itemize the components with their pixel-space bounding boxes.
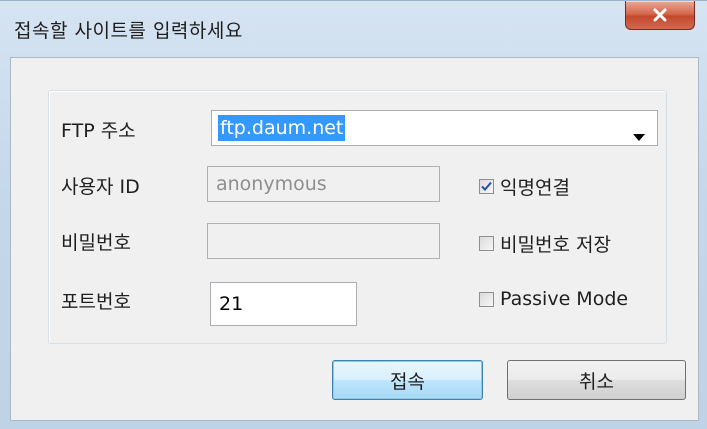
- close-button[interactable]: [625, 1, 695, 30]
- save-password-checkbox-row[interactable]: 비밀번호 저장: [479, 230, 611, 257]
- anonymous-checkbox-row[interactable]: 익명연결: [479, 173, 570, 200]
- dialog-title: 접속할 사이트를 입력하세요: [14, 20, 243, 42]
- connect-button[interactable]: 접속: [332, 360, 483, 400]
- save-password-checkbox-label[interactable]: 비밀번호 저장: [500, 230, 611, 257]
- ftp-address-label: FTP 주소: [61, 120, 136, 142]
- cancel-button[interactable]: 취소: [507, 360, 686, 400]
- passive-mode-checkbox-label[interactable]: Passive Mode: [500, 288, 628, 310]
- save-password-checkbox[interactable]: [479, 236, 494, 251]
- ftp-address-input[interactable]: ftp.daum.net: [218, 115, 346, 141]
- user-id-input[interactable]: anonymous: [207, 166, 440, 202]
- dialog-client-area: FTP 주소 ftp.daum.net 사용자 ID anonymous 익명연…: [10, 57, 699, 421]
- ftp-address-combobox[interactable]: ftp.daum.net: [211, 110, 658, 146]
- passive-mode-checkbox[interactable]: [479, 291, 494, 307]
- anonymous-checkbox-label[interactable]: 익명연결: [500, 173, 570, 200]
- port-input[interactable]: 21: [210, 282, 357, 326]
- close-icon: [652, 8, 668, 22]
- passive-mode-checkbox-row[interactable]: Passive Mode: [479, 288, 628, 310]
- user-id-label: 사용자 ID: [61, 176, 140, 198]
- password-label: 비밀번호: [61, 232, 131, 254]
- port-label: 포트번호: [61, 291, 131, 313]
- chevron-down-icon[interactable]: [633, 126, 645, 145]
- dialog-window: 접속할 사이트를 입력하세요 FTP 주소 ftp.daum.net 사용자 I…: [0, 0, 707, 429]
- anonymous-checkbox[interactable]: [479, 179, 494, 194]
- checkmark-icon: [481, 181, 492, 191]
- password-input[interactable]: [207, 223, 440, 259]
